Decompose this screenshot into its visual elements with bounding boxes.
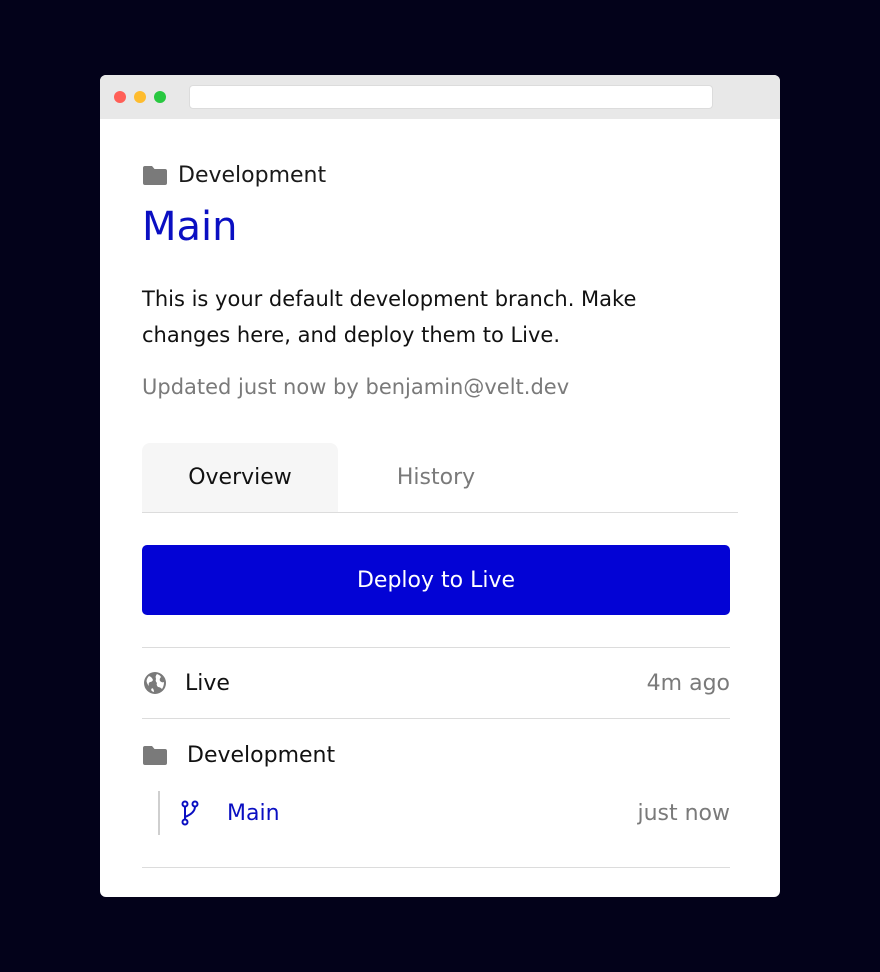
updated-info: Updated just now by benjamin@velt.dev	[142, 375, 570, 399]
environment-row-development[interactable]: Development	[142, 719, 730, 791]
environment-label-development: Development	[187, 742, 336, 768]
tab-bar: Overview History	[142, 443, 738, 513]
environment-group-development: Development Main just now	[142, 719, 730, 868]
branch-panel: Development Main This is your default de…	[100, 119, 780, 868]
maximize-window-button[interactable]	[154, 91, 166, 103]
tab-history[interactable]: History	[338, 443, 534, 512]
close-window-button[interactable]	[114, 91, 126, 103]
branch-icon	[180, 800, 200, 826]
globe-icon	[142, 670, 168, 696]
environment-label-live: Live	[185, 670, 230, 696]
environment-time-live: 4m ago	[646, 670, 730, 696]
tab-overview[interactable]: Overview	[142, 443, 338, 512]
breadcrumb-label: Development	[178, 162, 327, 188]
window-titlebar	[100, 75, 780, 119]
deploy-to-live-button[interactable]: Deploy to Live	[142, 545, 730, 615]
branch-row-main[interactable]: Main just now	[158, 791, 730, 835]
address-bar[interactable]	[189, 85, 713, 109]
breadcrumb: Development	[142, 161, 738, 189]
minimize-window-button[interactable]	[134, 91, 146, 103]
folder-icon	[143, 746, 167, 765]
browser-window: Development Main This is your default de…	[100, 75, 780, 897]
environment-row-live[interactable]: Live 4m ago	[142, 648, 730, 719]
environment-list: Live 4m ago Development Main just now	[142, 647, 730, 868]
folder-icon	[143, 166, 167, 185]
branch-time-main: just now	[637, 800, 730, 826]
page-title: Main	[142, 204, 238, 250]
branch-label-main: Main	[227, 800, 280, 826]
branch-description: This is your default development branch.…	[142, 287, 637, 347]
